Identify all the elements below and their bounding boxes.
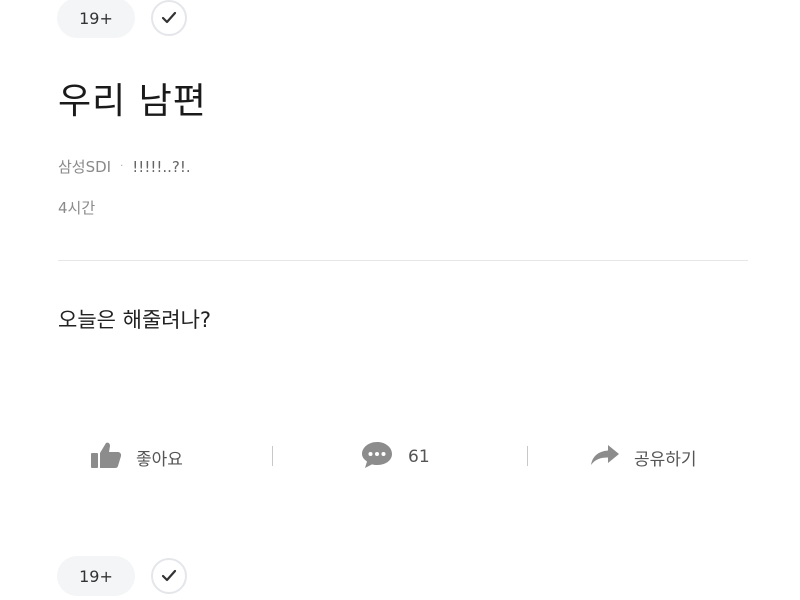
action-divider [527, 446, 528, 466]
comment-button[interactable]: 61 [360, 432, 430, 482]
check-icon[interactable] [151, 558, 187, 594]
share-label: 공유하기 [634, 449, 697, 470]
post-title: 우리 남편 [58, 81, 207, 122]
share-button[interactable]: 공유하기 [590, 432, 697, 482]
next-post-tag-row: 19+ [57, 556, 187, 596]
post-page: 19+ 우리 남편 삼성SDI · !!!!!..?!. 4시간 오늘은 해줄려… [0, 0, 800, 600]
comment-count: 61 [408, 447, 430, 467]
author-nickname[interactable]: !!!!!..?!. [132, 158, 190, 176]
post-timestamp: 4시간 [58, 199, 96, 217]
age-rating-badge[interactable]: 19+ [57, 556, 135, 596]
meta-separator: · [120, 161, 124, 172]
thumbs-up-icon [90, 441, 122, 473]
check-icon[interactable] [151, 0, 187, 36]
like-label: 좋아요 [136, 449, 183, 470]
post-tag-row: 19+ [57, 0, 187, 38]
action-divider [272, 446, 273, 466]
post-action-bar: 좋아요 61 공유하기 [60, 432, 750, 482]
post-body: 오늘은 해줄려나? [58, 308, 212, 332]
comment-bubble-icon [360, 440, 394, 474]
like-button[interactable]: 좋아요 [90, 432, 183, 482]
post-author-meta: 삼성SDI · !!!!!..?!. [58, 156, 191, 177]
author-company[interactable]: 삼성SDI [58, 156, 111, 177]
age-rating-badge[interactable]: 19+ [57, 0, 135, 38]
share-arrow-icon [590, 443, 620, 471]
content-divider [58, 260, 748, 261]
